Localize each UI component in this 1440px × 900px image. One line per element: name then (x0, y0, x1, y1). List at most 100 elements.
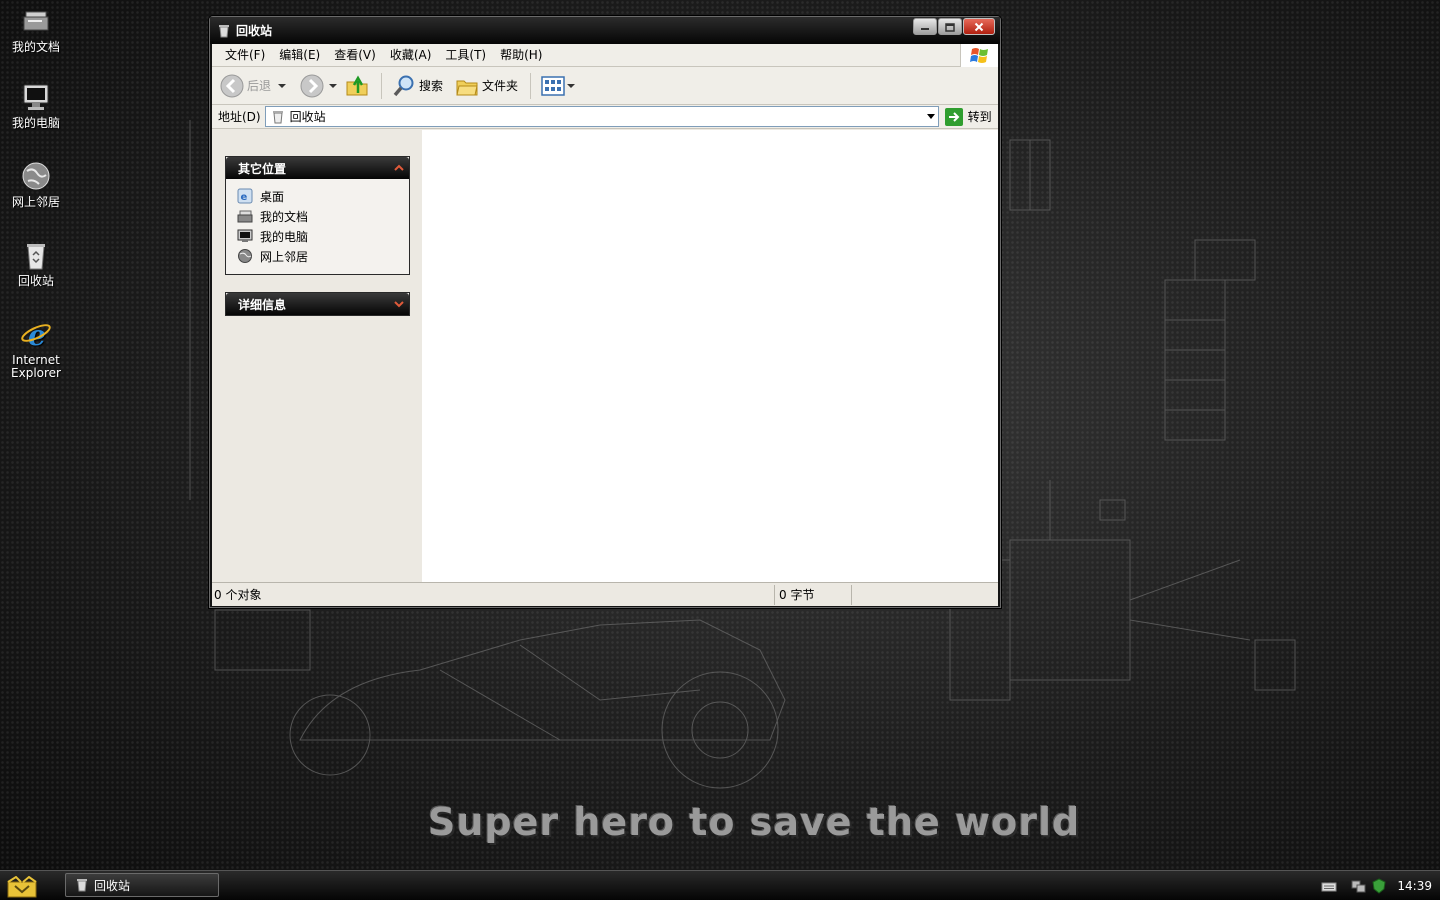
recycle-bin-icon (77, 879, 87, 892)
forward-button[interactable] (300, 74, 338, 98)
recycle-bin-icon (27, 244, 45, 270)
menu-file[interactable]: 文件(F) (218, 44, 272, 66)
network-status-icon[interactable] (1351, 878, 1367, 894)
desktop-icon-recycle-bin[interactable]: 回收站 (4, 240, 68, 288)
go-button[interactable]: 转到 (944, 107, 992, 126)
folders-button[interactable]: 文件夹 (455, 74, 518, 98)
windows-logo (960, 44, 998, 67)
place-link-label: 网上邻居 (260, 249, 309, 264)
views-dropdown-arrow[interactable] (567, 83, 576, 88)
taskbar-item-recycle-bin[interactable]: 回收站 (65, 873, 219, 897)
search-label: 搜索 (419, 79, 444, 93)
network-globe-icon (238, 249, 252, 263)
minimize-button[interactable] (913, 18, 937, 35)
close-button[interactable] (963, 18, 995, 35)
my-documents-icon (237, 210, 253, 223)
desktop-icon-internet-explorer[interactable]: e Internet Explorer (4, 319, 68, 380)
status-bar: 0 个对象 0 字节 (212, 582, 998, 606)
desktop-icon: e (237, 188, 253, 204)
place-link-network[interactable]: 网上邻居 (237, 246, 409, 266)
desktop-icon-my-documents[interactable]: 我的文档 (4, 6, 68, 54)
address-value: 回收站 (289, 110, 326, 124)
menu-view[interactable]: 查看(V) (327, 44, 383, 66)
task-pane: 其它位置 e 桌面 我的文档 我的电脑 网上邻居 详细信息 (212, 130, 422, 582)
menu-tools[interactable]: 工具(T) (438, 44, 493, 66)
desktop-icon-label: 我的文档 (11, 40, 60, 54)
svg-text:e: e (241, 192, 248, 203)
security-shield-icon[interactable] (1371, 878, 1387, 894)
go-label: 转到 (967, 110, 992, 124)
other-places-title: 其它位置 (238, 161, 287, 176)
taskbar: 回收站 14:39 (0, 870, 1440, 900)
window-titlebar[interactable]: 回收站 (210, 17, 1000, 44)
folders-label: 文件夹 (482, 79, 519, 93)
network-globe-icon (22, 162, 50, 190)
start-button[interactable] (7, 876, 37, 898)
details-header[interactable]: 详细信息 (226, 293, 409, 315)
desktop-icon-label: 网上邻居 (11, 195, 60, 209)
place-link-my-computer[interactable]: 我的电脑 (237, 226, 409, 246)
place-link-label: 我的文档 (260, 209, 309, 224)
back-dropdown-arrow[interactable] (278, 83, 287, 88)
back-arrow-icon (220, 74, 244, 97)
recycle-bin-window: 回收站 文件(F) 编辑(E) 查看(V) 收藏(A) 工具(T) 帮助(H) (209, 16, 1001, 608)
other-places-panel: 其它位置 e 桌面 我的文档 我的电脑 网上邻居 (225, 156, 410, 275)
back-button[interactable]: 后退 (220, 74, 287, 98)
expand-chevron-icon[interactable] (393, 298, 405, 310)
maximize-button[interactable] (938, 18, 962, 35)
recycle-bin-icon (219, 24, 229, 37)
menu-help[interactable]: 帮助(H) (493, 44, 549, 66)
minimize-icon (921, 27, 929, 30)
file-list-area[interactable] (422, 130, 998, 582)
desktop-icon-label: Internet Explorer (11, 353, 61, 380)
search-button[interactable]: 搜索 (392, 74, 443, 98)
toolbar: 后退 搜索 文件夹 (212, 67, 998, 105)
toolbar-separator (530, 72, 532, 99)
place-link-label: 桌面 (260, 189, 285, 204)
address-label: 地址(D) (218, 110, 261, 124)
window-body: 文件(F) 编辑(E) 查看(V) 收藏(A) 工具(T) 帮助(H) 后退 搜… (212, 44, 998, 606)
address-field[interactable]: 回收站 (264, 106, 939, 127)
up-folder-button[interactable] (345, 74, 369, 98)
details-panel: 详细信息 (225, 292, 410, 316)
collapse-chevron-icon[interactable] (393, 162, 405, 174)
desktop-icon-label: 回收站 (17, 274, 54, 288)
window-title: 回收站 (236, 24, 273, 38)
back-label: 后退 (247, 79, 272, 93)
windows-flag-icon (969, 47, 988, 63)
status-object-count: 0 个对象 (212, 584, 775, 605)
computer-icon (23, 84, 49, 110)
system-tray: 14:39 (1321, 871, 1440, 900)
close-icon (974, 22, 984, 31)
other-places-header[interactable]: 其它位置 (226, 157, 409, 179)
keyboard-icon[interactable] (1321, 878, 1337, 894)
clock[interactable]: 14:39 (1397, 879, 1432, 893)
wallpaper-slogan: Super hero to save the world (428, 800, 1081, 844)
menu-favorites[interactable]: 收藏(A) (383, 44, 439, 66)
recycle-bin-icon (272, 110, 283, 123)
content-area: 其它位置 e 桌面 我的文档 我的电脑 网上邻居 详细信息 (212, 130, 998, 582)
restore-icon (945, 22, 955, 32)
desktop-icon-label: 我的电脑 (11, 116, 60, 130)
forward-arrow-icon (300, 74, 324, 97)
desktop-icon-network[interactable]: 网上邻居 (4, 161, 68, 209)
address-bar: 地址(D) 回收站 转到 (212, 105, 998, 129)
forward-dropdown-arrow[interactable] (329, 83, 338, 88)
internet-explorer-icon: e (21, 319, 51, 351)
taskbar-item-label: 回收站 (94, 878, 131, 893)
address-dropdown-arrow[interactable] (926, 114, 935, 119)
menu-bar: 文件(F) 编辑(E) 查看(V) 收藏(A) 工具(T) 帮助(H) (212, 44, 998, 67)
go-arrow-icon (944, 107, 963, 126)
desktop-icon-my-computer[interactable]: 我的电脑 (4, 82, 68, 130)
search-icon (393, 75, 414, 96)
computer-icon (237, 229, 253, 242)
details-title: 详细信息 (238, 297, 287, 312)
menu-edit[interactable]: 编辑(E) (272, 44, 327, 66)
status-empty-cell (852, 585, 998, 605)
place-link-my-documents[interactable]: 我的文档 (237, 206, 409, 226)
up-folder-icon (346, 74, 368, 95)
place-link-desktop[interactable]: e 桌面 (237, 186, 409, 206)
my-documents-icon (23, 11, 49, 31)
views-button[interactable] (541, 74, 576, 98)
status-size: 0 字节 (775, 584, 852, 605)
